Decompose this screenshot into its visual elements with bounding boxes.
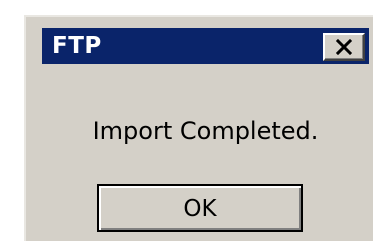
- ftp-dialog: FTP Import Completed. OK: [24, 15, 373, 241]
- screen: FTP Import Completed. OK: [0, 0, 373, 241]
- close-button[interactable]: [323, 33, 365, 61]
- dialog-title: FTP: [52, 33, 102, 59]
- dialog-message: Import Completed.: [92, 117, 319, 145]
- close-icon: [336, 39, 352, 55]
- dialog-titlebar[interactable]: FTP: [42, 28, 369, 64]
- ok-button[interactable]: OK: [97, 184, 303, 232]
- dialog-body: Import Completed. OK: [42, 64, 369, 241]
- ok-button-label: OK: [183, 196, 217, 222]
